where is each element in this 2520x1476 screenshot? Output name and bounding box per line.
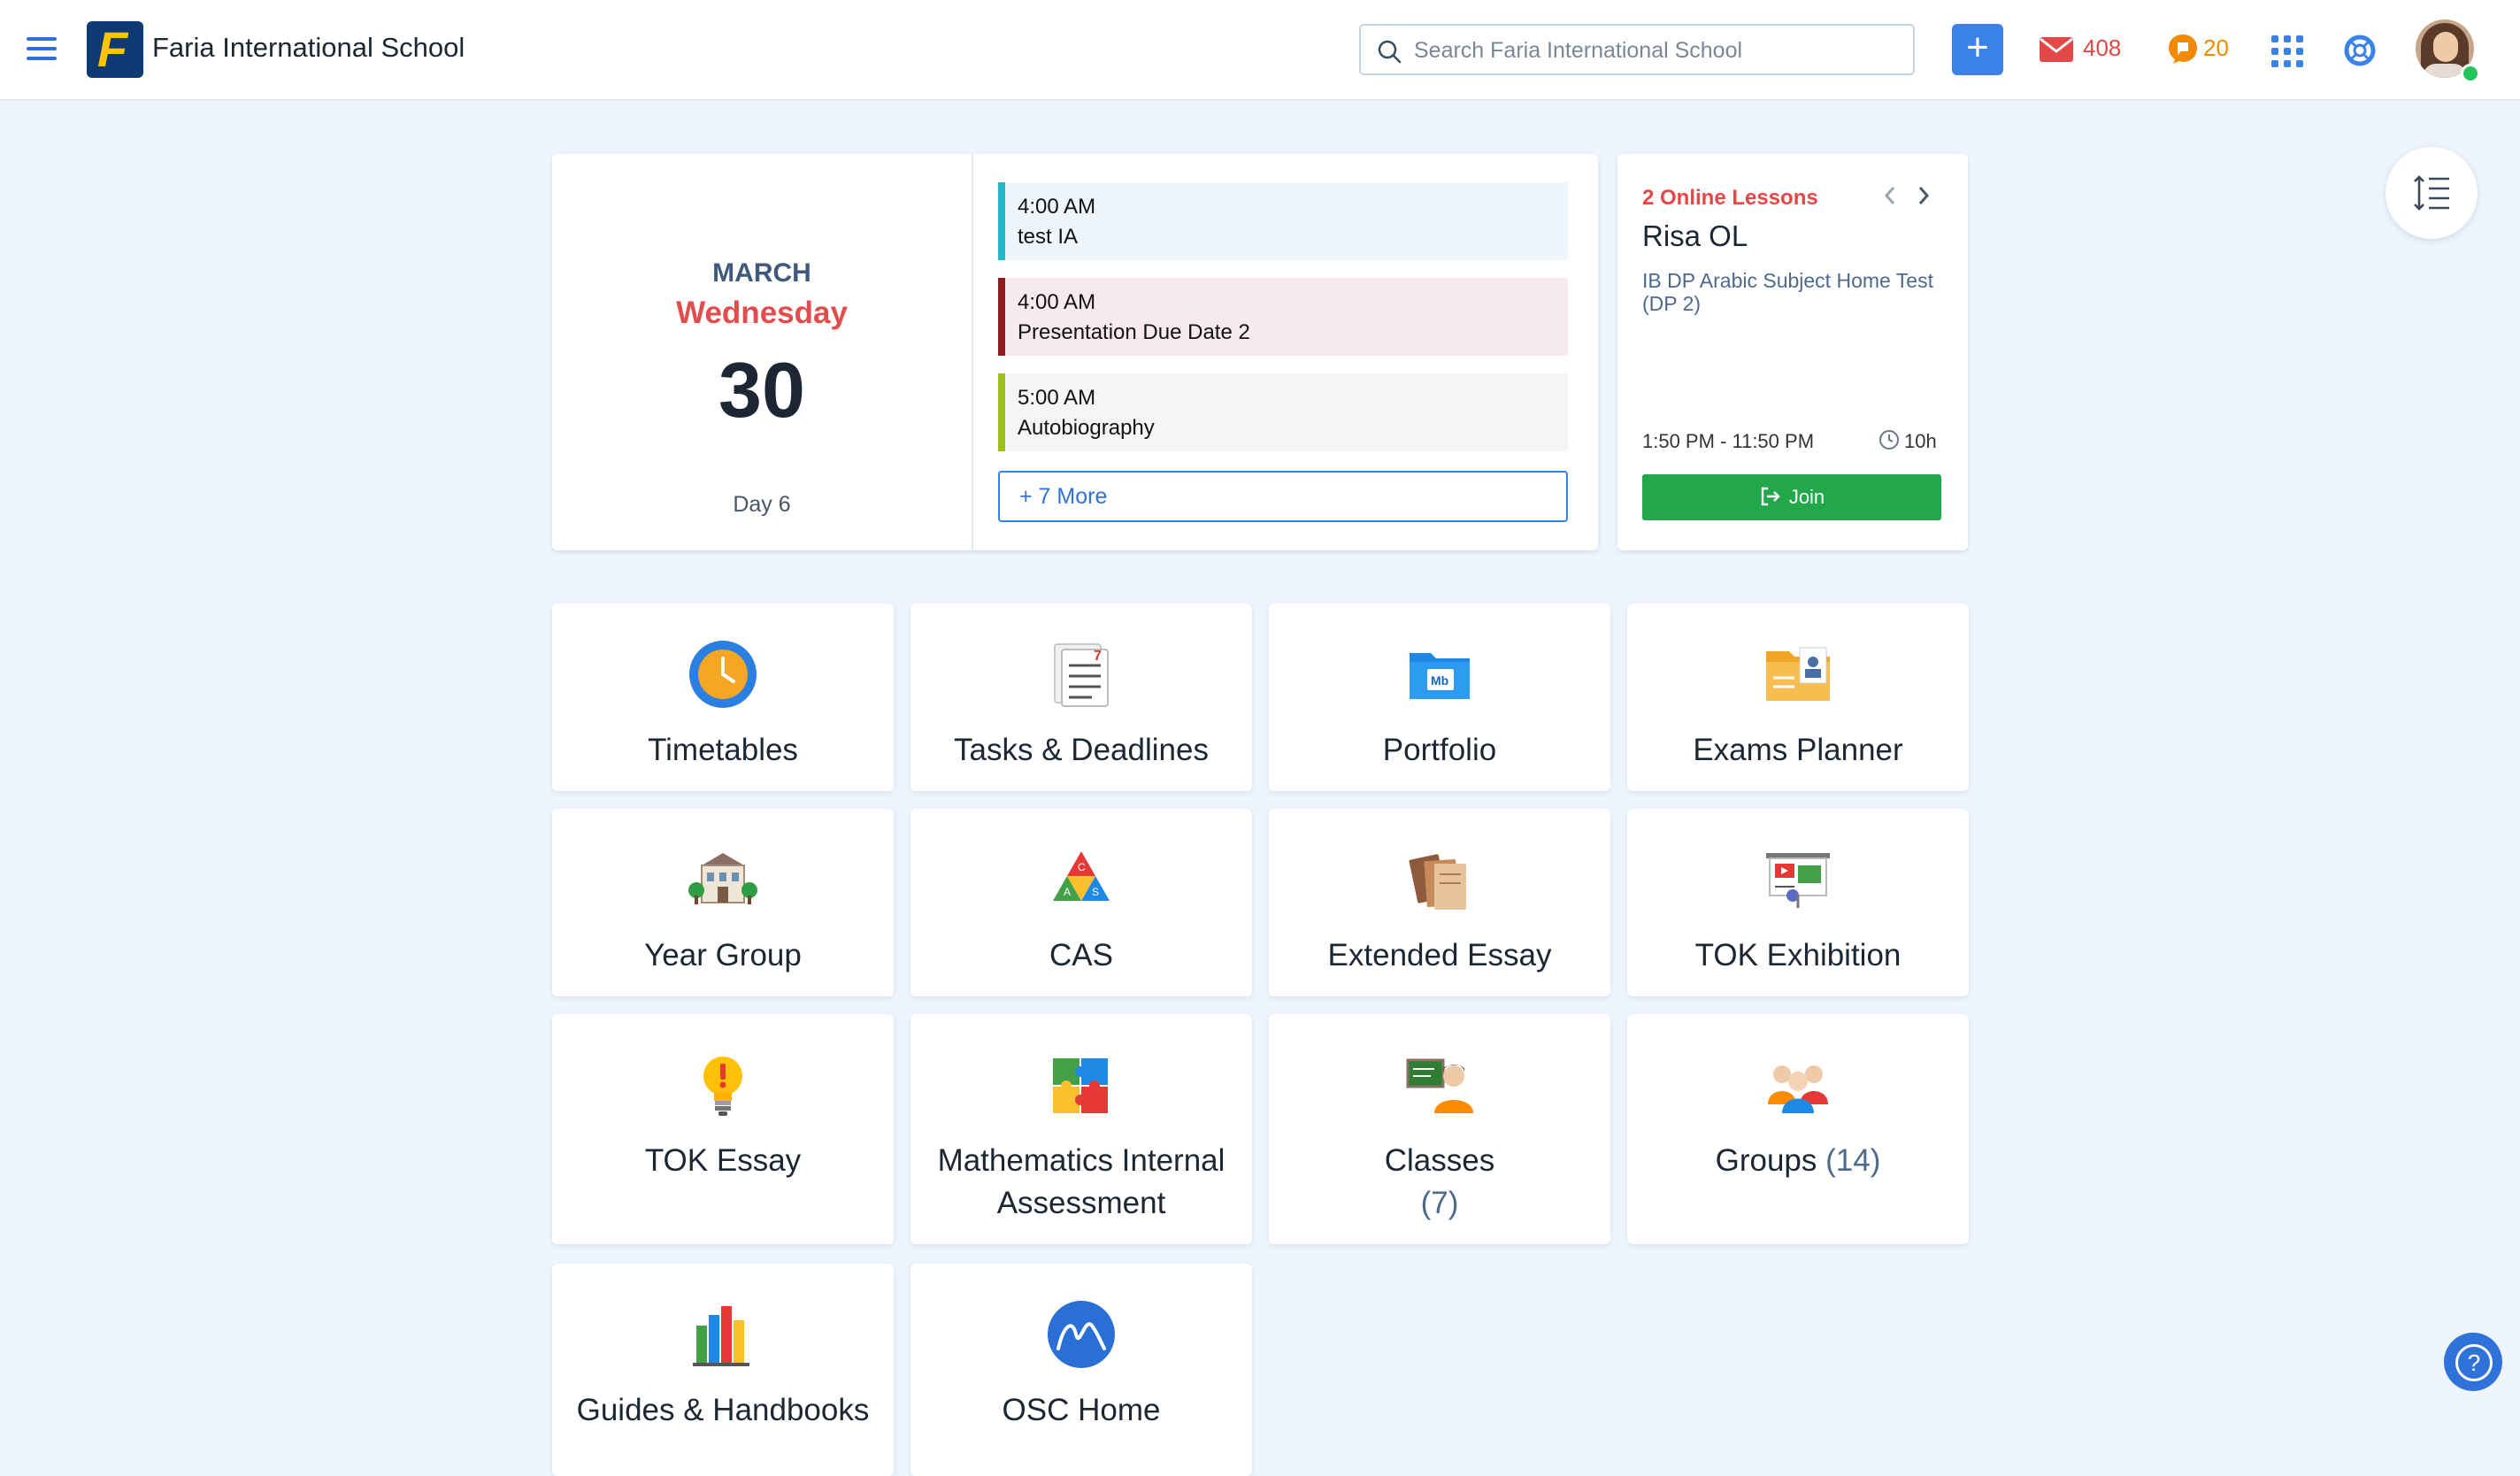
event-title: Presentation Due Date 2 (1018, 320, 1250, 344)
online-lesson-card: 2 Online Lessons Risa OL IB DP Arabic Su… (1617, 154, 1968, 550)
mail-count[interactable]: 408 (2083, 35, 2121, 62)
tile-classes[interactable]: Classes (7) (1269, 1014, 1610, 1244)
cycle-day-label: Day 6 (733, 492, 791, 517)
svg-text:C: C (1078, 861, 1086, 873)
cas-triangle-icon: C A S (1053, 851, 1110, 901)
apps-grid-icon[interactable] (2271, 35, 2303, 67)
search-icon (1378, 40, 1402, 64)
event-color-bar (998, 373, 1005, 451)
messages-count[interactable]: 20 (2203, 35, 2229, 62)
event-item[interactable]: 5:00 AM Autobiography (998, 373, 1568, 451)
svg-text:Mb: Mb (1431, 673, 1448, 688)
osc-logo-icon (1048, 1301, 1115, 1368)
tile-label: Tasks & Deadlines (954, 733, 1209, 767)
tile-count: (7) (1420, 1186, 1459, 1220)
school-name[interactable]: Faria International School (152, 32, 465, 64)
layout-toggle-button[interactable] (2386, 147, 2478, 239)
event-color-bar (998, 278, 1005, 356)
tile-label: TOK Exhibition (1694, 938, 1902, 972)
date-pane: MARCH Wednesday 30 Day 6 (552, 154, 973, 550)
handbooks-icon (693, 1306, 749, 1366)
tile-cas[interactable]: C A S CAS (910, 809, 1252, 996)
school-logo[interactable]: F (87, 21, 143, 78)
tile-guides-handbooks[interactable]: Guides & Handbooks (552, 1264, 894, 1476)
day-number: 30 (718, 346, 805, 434)
tile-label: Groups (14) (1715, 1143, 1881, 1178)
lesson-subject: IB DP Arabic Subject Home Test (DP 2) (1642, 269, 1933, 315)
help-button[interactable]: ? (2444, 1333, 2502, 1391)
tile-label: Classes (7) (1384, 1143, 1495, 1220)
puzzle-icon (1053, 1058, 1108, 1113)
event-time: 4:00 AM (1018, 290, 1096, 314)
tile-tok-essay[interactable]: TOK Essay (552, 1014, 894, 1244)
tile-label: Guides & Handbooks (576, 1393, 870, 1427)
online-lessons-count: 2 Online Lessons (1642, 186, 1818, 210)
checklist-icon: 7 (1054, 643, 1109, 707)
tile-portfolio[interactable]: Mb Portfolio (1269, 603, 1610, 791)
tile-label: Timetables (648, 733, 798, 767)
add-button[interactable]: + (1952, 24, 2003, 75)
event-item[interactable]: 4:00 AM Presentation Due Date 2 (998, 278, 1568, 356)
event-time: 4:00 AM (1018, 195, 1096, 219)
tile-label: Mathematics Internal Assessment (937, 1143, 1225, 1220)
tile-mathematics-internal-assessment[interactable]: Mathematics Internal Assessment (910, 1014, 1252, 1244)
date-events-card: MARCH Wednesday 30 Day 6 4:00 AM test IA… (552, 154, 1598, 550)
top-bar: F Faria International School + 408 20 (0, 0, 2520, 101)
tile-tok-exhibition[interactable]: TOK Exhibition (1627, 809, 1969, 996)
svg-text:S: S (1092, 886, 1099, 898)
tile-label: OSC Home (1002, 1393, 1161, 1427)
month-label: MARCH (712, 258, 811, 288)
join-icon (1761, 487, 1780, 506)
lesson-time-range: 1:50 PM - 11:50 PM (1642, 430, 1815, 452)
tile-label: Portfolio (1382, 733, 1497, 767)
menu-icon[interactable] (27, 35, 58, 62)
tile-year-group[interactable]: Year Group (552, 809, 894, 996)
books-icon (1409, 854, 1466, 910)
tile-osc-home[interactable]: OSC Home (910, 1264, 1252, 1476)
event-title: test IA (1018, 225, 1079, 249)
join-lesson-button[interactable]: Join (1642, 474, 1941, 520)
help-question-icon: ? (2455, 1344, 2493, 1381)
tile-tasks-deadlines[interactable]: 7 Tasks & Deadlines (910, 603, 1252, 791)
messages-icon[interactable] (2166, 32, 2200, 65)
tile-label: Exams Planner (1693, 733, 1903, 767)
event-title: Autobiography (1018, 416, 1155, 440)
event-color-bar (998, 182, 1005, 260)
tile-label: Extended Essay (1327, 938, 1552, 972)
school-building-icon (688, 853, 757, 904)
tile-label: CAS (1049, 938, 1113, 972)
clock-icon (689, 641, 757, 708)
event-time: 5:00 AM (1018, 386, 1096, 410)
support-lifebuoy-icon[interactable] (2343, 34, 2377, 67)
weekday-label: Wednesday (676, 296, 848, 330)
chevron-right-icon[interactable] (1911, 182, 1936, 209)
event-item[interactable]: 4:00 AM test IA (998, 182, 1568, 260)
tile-count: (14) (1825, 1143, 1881, 1178)
exam-folder-icon (1766, 647, 1830, 701)
lightbulb-icon (703, 1057, 742, 1116)
tile-timetables[interactable]: Timetables (552, 603, 894, 791)
clock-icon (1879, 430, 1899, 450)
search-input[interactable] (1412, 35, 1894, 66)
lesson-duration: 10h (1904, 430, 1937, 452)
tile-label: TOK Essay (644, 1143, 802, 1178)
tile-groups[interactable]: Groups (14) (1627, 1014, 1969, 1244)
join-label: Join (1788, 486, 1825, 508)
svg-text:7: 7 (1094, 649, 1102, 664)
portfolio-folder-icon: Mb (1410, 653, 1470, 699)
tile-label: Year Group (644, 938, 802, 972)
mail-icon[interactable] (2039, 34, 2074, 64)
tile-exams-planner[interactable]: Exams Planner (1627, 603, 1969, 791)
lesson-teacher: Risa OL (1642, 219, 1748, 252)
line-spacing-icon (2414, 175, 2449, 211)
online-status-dot (2461, 64, 2480, 83)
more-events-button[interactable]: + 7 More (998, 471, 1568, 522)
svg-text:A: A (1064, 886, 1071, 898)
people-group-icon (1768, 1065, 1828, 1113)
search-box[interactable] (1359, 24, 1915, 75)
teacher-board-icon (1406, 1058, 1473, 1113)
chevron-left-icon[interactable] (1878, 182, 1902, 209)
tile-extended-essay[interactable]: Extended Essay (1269, 809, 1610, 996)
presentation-board-icon (1766, 853, 1830, 908)
